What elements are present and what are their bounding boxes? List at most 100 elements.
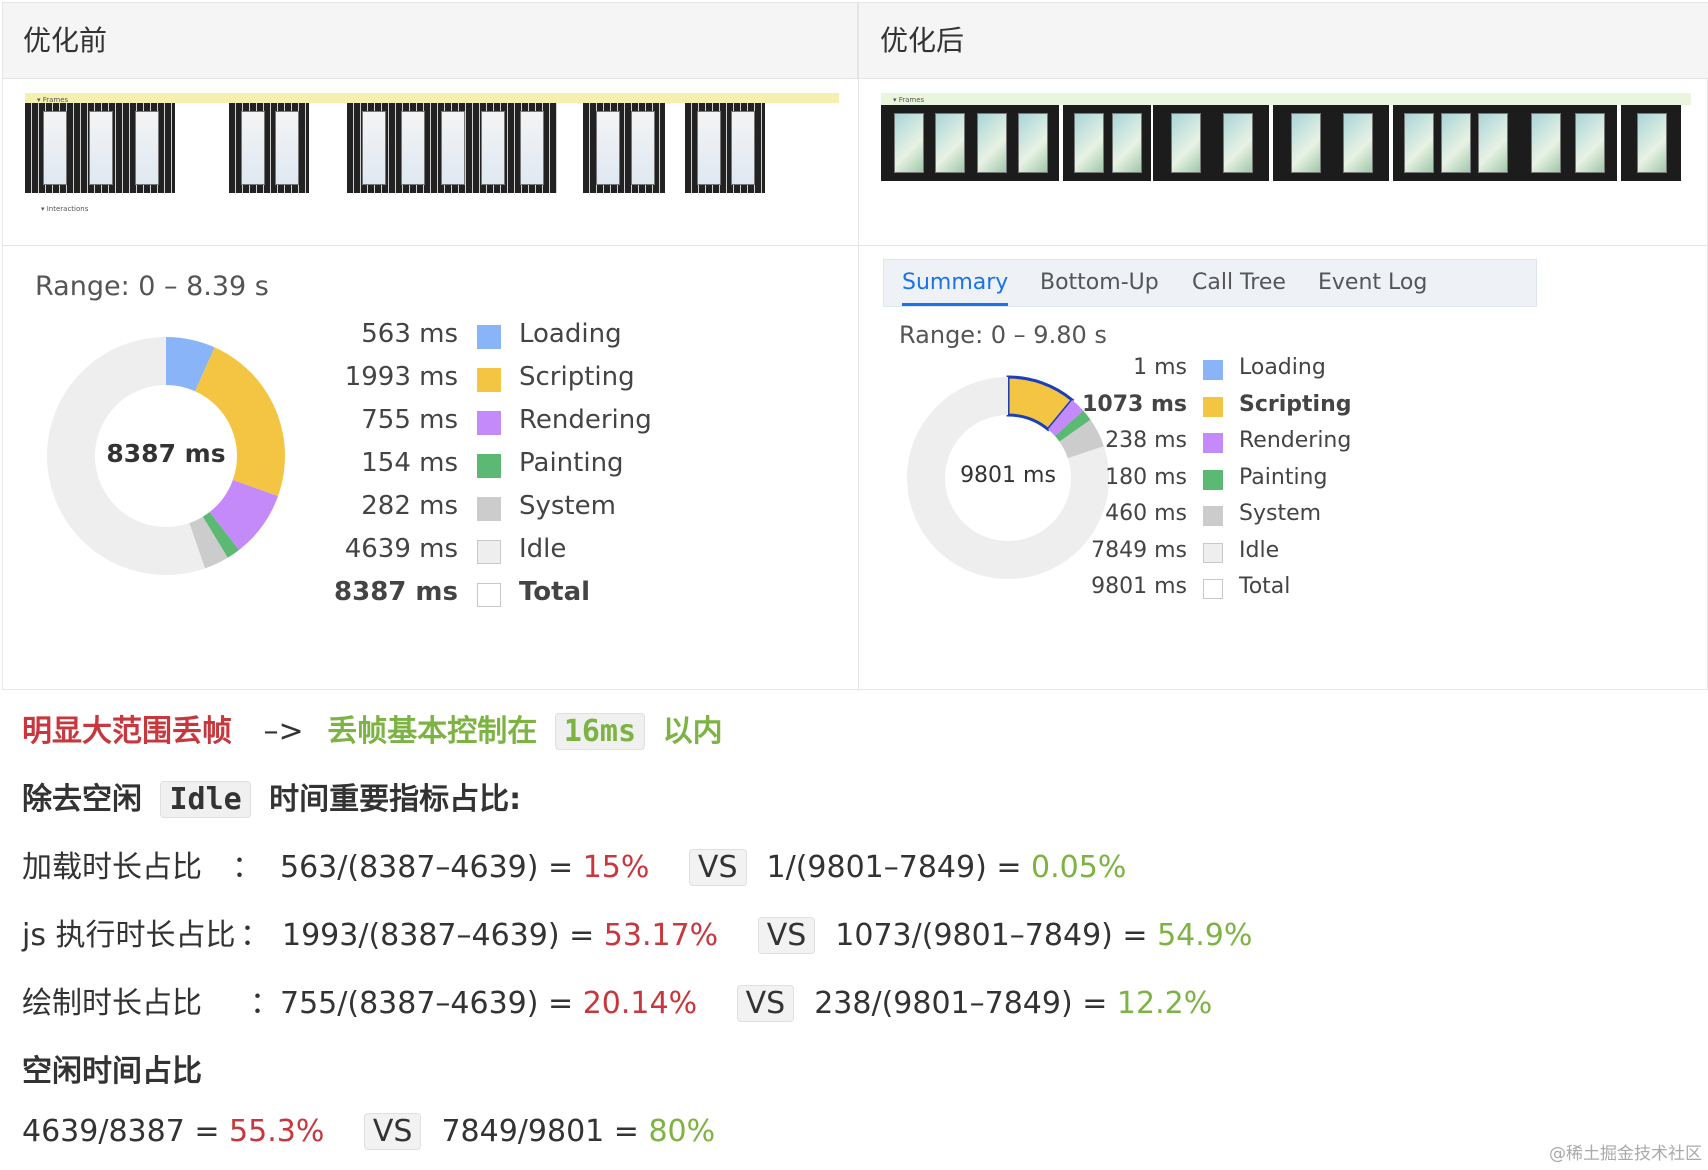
row-load-before-pct: 15%: [582, 850, 650, 885]
frame-screenshot: [1074, 113, 1104, 173]
note-exclude-idle: 除去空闲: [22, 782, 142, 817]
filmstrip-before: ▾ Frames ▾ Interactions: [25, 93, 839, 229]
frame-thumbnail: [1517, 105, 1617, 181]
frame-screenshot: [1403, 113, 1434, 173]
frame-thumbnail: [1393, 105, 1517, 181]
frames-track: [25, 93, 839, 103]
row-paint-after: 238/(9801–7849) =: [814, 986, 1117, 1021]
frame-screenshot: [1441, 113, 1471, 173]
row-paint: 绘制时长占比 ：755/(8387–4639) = 20.14% VS 238/(9…: [22, 978, 1212, 1022]
frame-screenshot: [275, 111, 299, 185]
row-paint-vs: VS: [736, 985, 795, 1022]
row-idle-before-pct: 55.3%: [229, 1114, 325, 1149]
row-load-after-pct: 0.05%: [1031, 850, 1127, 885]
row-paint-label: 绘制时长占比: [22, 986, 202, 1021]
row-paint-colon: ：: [250, 986, 280, 1021]
note-frame-controlled: 丢帧基本控制在: [327, 714, 538, 749]
frame-screenshot: [1343, 113, 1373, 173]
row-load-before: 563/(8387–4639) =: [280, 850, 583, 885]
row-js-before: 1993/(8387–4639) =: [282, 918, 604, 953]
frame-thumbnail: [347, 103, 557, 193]
header-before: 优化前: [3, 3, 858, 79]
row-paint-after-pct: 12.2%: [1116, 986, 1213, 1021]
legend-row-painting: 180 ms Painting: [3, 465, 1327, 501]
legend-swatch: [1203, 579, 1223, 600]
row-js-colon: ：: [240, 918, 270, 953]
frame-screenshot: [893, 113, 924, 173]
row-load: 加载时长占比 ： 563/(8387–4639) = 15% VS 1/(9801–7…: [22, 842, 1126, 886]
frame-thumbnail: [881, 105, 1059, 181]
legend-label: System: [1239, 501, 1322, 526]
legend-value: 9801 ms: [1091, 574, 1187, 599]
frame-screenshot: [241, 111, 265, 185]
legend-swatch: [477, 324, 501, 349]
frame-screenshot: [441, 111, 465, 185]
watermark: @稀土掘金技术社区: [1549, 1144, 1702, 1164]
idle-heading: 空闲时间占比: [22, 1054, 202, 1089]
legend-value: 563 ms: [361, 319, 458, 349]
frame-screenshot: [520, 111, 545, 185]
row-js-before-pct: 53.17%: [603, 918, 719, 953]
row-load-colon: ：: [232, 850, 262, 885]
tab-call-tree[interactable]: Call Tree: [1192, 260, 1286, 306]
frame-thumbnail: [229, 103, 309, 193]
frame-screenshot: [1171, 113, 1201, 173]
legend-label: Painting: [1239, 464, 1328, 490]
frame-screenshot: [401, 111, 426, 185]
row-js: js 执行时长占比： 1993/(8387–4639) = 53.17% VS 10…: [22, 910, 1252, 954]
note-line-1: 明显大范围丢帧 –> 丢帧基本控制在 16ms 以内: [22, 706, 723, 750]
legend-value: 238 ms: [1105, 428, 1187, 453]
row-js-after-pct: 54.9%: [1157, 918, 1253, 953]
legend-value: 7849 ms: [1091, 537, 1187, 563]
frame-thumbnail: [1153, 105, 1269, 181]
tab-summary[interactable]: Summary: [902, 260, 1009, 306]
frame-thumbnail: [1273, 105, 1389, 181]
frame-thumbnail: [25, 103, 175, 193]
frame-thumbnail: [1621, 105, 1681, 181]
frame-screenshot: [731, 111, 755, 185]
summary-tabs: Summary Bottom-Up Call Tree Event Log: [883, 259, 1537, 307]
row-idle-after: 7849/9801 =: [441, 1114, 649, 1149]
header-after: 优化后: [858, 3, 1708, 79]
interactions-label: ▾ Interactions: [41, 205, 89, 213]
legend-value: 1073 ms: [1082, 391, 1187, 417]
note-16ms-code: 16ms: [554, 713, 646, 750]
row-paint-before: 755/(8387–4639) =: [280, 986, 583, 1021]
row-idle-before: 4639/8387 =: [22, 1114, 230, 1149]
frame-screenshot: [89, 111, 113, 185]
frame-screenshot: [697, 111, 721, 185]
frame-screenshot: [630, 111, 655, 185]
legend-swatch: [1203, 469, 1223, 490]
note-line-2: 除去空闲 Idle 时间重要指标占比:: [22, 774, 521, 818]
legend-row-total: 9801 ms Total: [3, 574, 1290, 610]
legend-label: Idle: [1239, 537, 1280, 563]
row-idle-vs: VS: [363, 1113, 422, 1150]
frame-screenshot: [935, 113, 966, 173]
tab-bottom-up[interactable]: Bottom-Up: [1040, 260, 1159, 306]
legend-row-loading: 563 ms Loading: [3, 319, 803, 355]
legend-label: Scripting: [1239, 391, 1352, 417]
frame-screenshot: [976, 113, 1007, 173]
frame-thumbnail: [1063, 105, 1151, 181]
frame-thumbnail: [583, 103, 665, 193]
legend-label: Loading: [519, 319, 622, 349]
note-within: 以内: [662, 714, 723, 749]
legend-value: 460 ms: [1105, 501, 1187, 526]
frames-track: [881, 93, 1691, 105]
frame-screenshot: [1575, 113, 1605, 173]
row-idle-after-pct: 80%: [648, 1114, 716, 1149]
row-paint-before-pct: 20.14%: [582, 986, 698, 1021]
legend-row-scripting: 1073 ms Scripting: [3, 392, 1352, 428]
legend-swatch: [1203, 433, 1223, 454]
filmstrip-after: ▾ Frames: [881, 93, 1691, 195]
frame-screenshot: [1112, 113, 1142, 173]
row-js-after: 1073/(9801–7849) =: [835, 918, 1158, 953]
row-load-label: 加载时长占比: [22, 850, 202, 885]
frame-screenshot: [480, 111, 505, 185]
legend-swatch: [1203, 506, 1223, 527]
legend-swatch: [1203, 360, 1223, 381]
note-idle-code: Idle: [160, 781, 251, 818]
legend-swatch: [1203, 396, 1223, 417]
legend-row-system: 460 ms System: [3, 501, 1321, 537]
tab-event-log[interactable]: Event Log: [1318, 260, 1427, 306]
